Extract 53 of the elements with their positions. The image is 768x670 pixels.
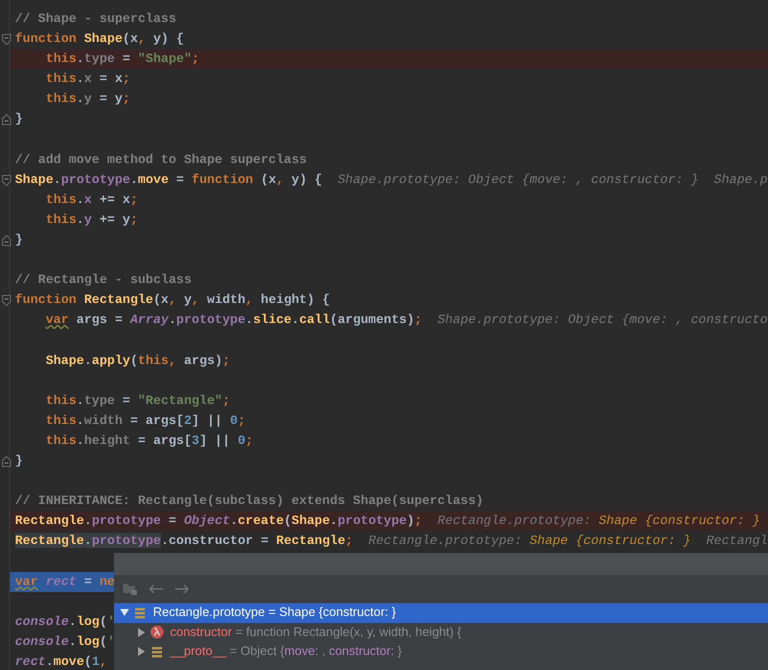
code-text: var rect = ne	[15, 574, 115, 589]
code-text: // INHERITANCE: Rectangle(subclass) extends Shape(superclass)	[15, 493, 484, 508]
fold-marker-icon[interactable]	[2, 114, 11, 126]
tree-row-label: Rectangle.prototype = Shape {constructor: }	[153, 604, 396, 622]
back-arrow-icon[interactable]	[148, 583, 164, 595]
inlay-hint: Shape.prototype: Object {move: , constructo	[437, 312, 768, 328]
fold-marker-icon[interactable]	[2, 174, 11, 186]
forward-arrow-icon[interactable]	[174, 583, 190, 595]
inlay-hint: Shape.p	[714, 172, 768, 187]
code-text: this.x += x;	[46, 192, 138, 207]
code-text: rect.move(1,	[15, 654, 108, 669]
collapse-triangle-icon[interactable]	[120, 608, 129, 618]
code-text: this.y = y;	[46, 91, 130, 106]
code-text: this.type = "Shape";	[46, 51, 200, 66]
expand-triangle-icon[interactable]	[137, 628, 146, 637]
code-text: this.x = x;	[46, 71, 130, 86]
code-text: this.y += y;	[46, 212, 138, 227]
code-text: // Rectangle - subclass	[15, 272, 192, 288]
code-text: }	[15, 453, 23, 468]
code-text: // Shape - superclass	[15, 11, 176, 26]
inlay-hint: Rectangle.prototype: Shape {constructor: }	[368, 533, 691, 548]
code-text: Shape.apply(this, args);	[46, 352, 230, 368]
code-text: Shape.prototype.move = function (x, y) {	[15, 172, 322, 187]
inlay-hint: Rectangle.prototype: Shape {constructor: }	[437, 513, 760, 528]
code-text: this.height = args[3] || 0;	[46, 432, 254, 448]
code-text: var args = Array.prototype.slice.call(arguments);	[46, 312, 422, 328]
code-text: Rectangle.prototype.constructor = Rectangle;	[15, 533, 353, 548]
fold-marker-icon[interactable]	[2, 235, 11, 246]
code-text: console.log('	[15, 614, 115, 629]
fold-marker-icon[interactable]	[2, 295, 11, 306]
code-text: console.log('	[15, 634, 115, 649]
code-text: function Rectangle(x, y, width, height) {	[15, 292, 330, 308]
fold-marker-icon[interactable]	[2, 34, 11, 46]
folder-icon[interactable]	[122, 582, 138, 596]
lambda-icon	[150, 625, 164, 640]
expand-triangle-icon[interactable]	[137, 647, 146, 656]
fold-marker-icon[interactable]	[2, 456, 11, 468]
tree-row[interactable]: __proto__ = Object {move: , constructor: }	[114, 642, 768, 662]
tree-row-label: constructor = function Rectangle(x, y, width, height) {	[170, 624, 462, 641]
tree-row[interactable]: Rectangle.prototype = Shape {constructor: }	[114, 603, 768, 622]
code-text: this.type = "Rectangle";	[46, 392, 230, 408]
code-text: // add move method to Shape superclass	[15, 152, 307, 167]
code-text: function Shape(x, y) {	[15, 31, 184, 46]
field-list-icon	[133, 606, 147, 620]
code-text: this.width = args[2] || 0;	[46, 412, 246, 428]
inlay-hint: Shape.prototype: Object {move: , constructor: }	[338, 172, 699, 187]
code-text: }	[15, 232, 23, 248]
inlay-hint: Rectangl	[706, 533, 768, 548]
code-text: }	[15, 111, 23, 126]
tree-row-label: __proto__ = Object {move: , constructor: }	[170, 643, 402, 660]
tree-row[interactable]: constructor = function Rectangle(x, y, width, height) {	[114, 622, 768, 642]
field-list-icon	[150, 644, 164, 659]
code-text: Rectangle.prototype = Object.create(Shape.prototype);	[15, 513, 422, 528]
